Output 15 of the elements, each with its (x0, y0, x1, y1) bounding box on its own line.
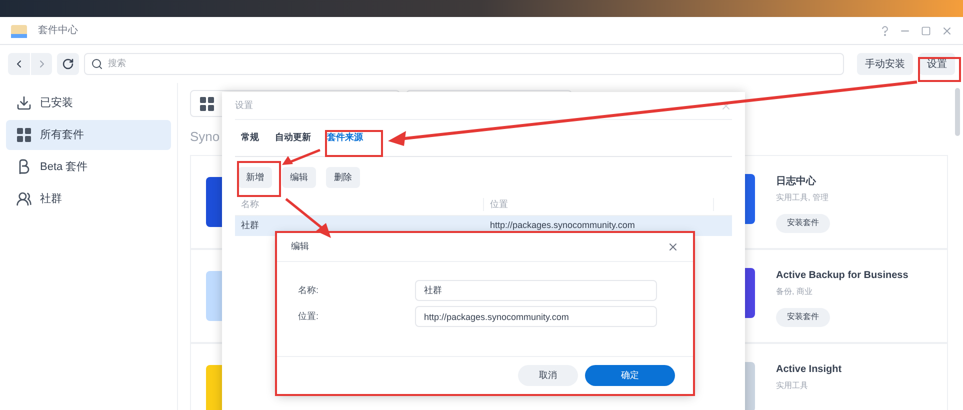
package-name: 日志中心 (776, 174, 816, 188)
field-label: 位置: (298, 310, 320, 323)
package-category: 备份, 商业 (776, 286, 812, 298)
field-label: 名称: (298, 284, 320, 297)
package-name: Active Backup for Business (776, 268, 908, 282)
table-cell-text: 社群 (240, 219, 260, 232)
dialog-title: 编辑 (291, 240, 309, 254)
section-title: Syno (190, 128, 220, 146)
package-category: 实用工具 (776, 380, 808, 392)
package-category: 实用工具, 管理 (776, 192, 828, 204)
package-name: Active Insight (776, 362, 842, 376)
column-header: 名称 (235, 198, 484, 212)
window-title: 套件中心 (38, 24, 78, 38)
column-header: 位置 (484, 198, 714, 212)
dialog-title: 设置 (235, 98, 253, 112)
